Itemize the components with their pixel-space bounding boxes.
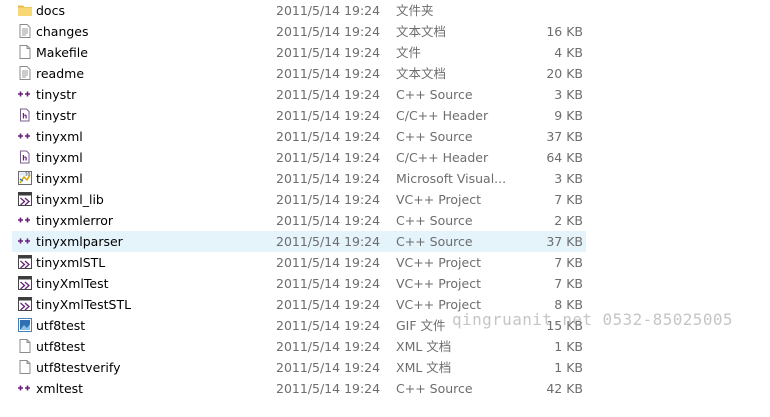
file-row[interactable]: tinyxmlerror 2011/5/14 19:24 C++ Source 2 K… [12,210,586,231]
text-document-icon [17,65,33,82]
file-size: 16 KB [546,24,583,39]
file-name: tinyxmlparser [36,234,123,249]
file-row[interactable]: h tinystr 2011/5/14 19:24 C/C++ Header 9 KB [12,105,586,126]
visual-studio-solution-icon: 10 [17,170,33,187]
file-row[interactable]: tinyXmlTest 2011/5/14 19:24 VC++ Project 7 … [12,273,586,294]
file-date: 2011/5/14 19:24 [276,108,381,123]
file-size: 4 KB [554,45,583,60]
file-size: 3 KB [554,87,583,102]
vc-project-icon [17,254,33,271]
file-size: 64 KB [546,150,583,165]
svg-text:h: h [22,113,27,121]
file-date: 2011/5/14 19:24 [276,150,381,165]
file-name: tinyXmlTestSTL [36,297,132,312]
file-date: 2011/5/14 19:24 [276,45,381,60]
folder-icon [17,2,33,19]
file-row[interactable]: xmltest 2011/5/14 19:24 C++ Source 42 KB [12,378,586,399]
file-date: 2011/5/14 19:24 [276,171,381,186]
file-size: 37 KB [546,234,583,249]
file-name: readme [36,66,85,81]
file-size: 15 KB [546,318,583,333]
file-name: tinyxml [36,171,83,186]
file-name: tinyxml [36,150,83,165]
file-size: 7 KB [554,255,583,270]
file-row[interactable]: utf8test 2011/5/14 19:24 XML 文档 1 KB [12,336,586,357]
file-size: 2 KB [554,213,583,228]
cpp-header-icon: h [17,149,33,166]
file-date: 2011/5/14 19:24 [276,255,381,270]
file-size: 37 KB [546,129,583,144]
file-date: 2011/5/14 19:24 [276,318,381,333]
blank-file-icon [17,338,33,355]
file-date: 2011/5/14 19:24 [276,129,381,144]
file-name: tinystr [36,108,77,123]
file-size: 42 KB [546,381,583,396]
file-row[interactable]: 10 tinyxml 2011/5/14 19:24 Microsoft Visual… [12,168,586,189]
file-size: 7 KB [554,192,583,207]
blank-file-icon [17,44,33,61]
file-name: xmltest [36,381,84,396]
file-date: 2011/5/14 19:24 [276,339,381,354]
cpp-source-icon [17,233,33,250]
file-name: utf8test [36,339,86,354]
file-row[interactable]: tinystr 2011/5/14 19:24 C++ Source 3 KB [12,84,586,105]
file-date: 2011/5/14 19:24 [276,24,381,39]
file-row[interactable]: h tinyxml 2011/5/14 19:24 C/C++ Header 64 KB [12,147,586,168]
file-date: 2011/5/14 19:24 [276,3,381,18]
file-name: tinystr [36,87,77,102]
file-size: 1 KB [554,360,583,375]
file-size: 1 KB [554,339,583,354]
file-row-hovered[interactable]: tinyxmlparser 2011/5/14 19:24 C++ Source 37… [12,231,586,252]
file-name: tinyxml_lib [36,192,104,207]
file-row[interactable]: readme 2011/5/14 19:24 文本文档 20 KB [12,63,586,84]
cpp-header-icon: h [17,107,33,124]
file-size [481,1,583,20]
file-name: Makefile [36,45,88,60]
file-size: 3 KB [554,171,583,186]
file-row[interactable]: changes 2011/5/14 19:24 文本文档 16 KB [12,21,586,42]
cpp-source-icon [17,212,33,229]
file-date: 2011/5/14 19:24 [276,87,381,102]
file-row[interactable]: tinyXmlTestSTL 2011/5/14 19:24 VC++ Projec… [12,294,586,315]
file-row[interactable]: Makefile 2011/5/14 19:24 文件 4 KB [12,42,586,63]
file-date: 2011/5/14 19:24 [276,360,381,375]
file-row[interactable]: tinyxmlSTL 2011/5/14 19:24 VC++ Project 7 K… [12,252,586,273]
file-name: utf8testverify [36,360,121,375]
file-date: 2011/5/14 19:24 [276,276,381,291]
vc-project-icon [17,275,33,292]
cpp-source-icon [17,380,33,397]
cpp-source-icon [17,128,33,145]
file-size: 7 KB [554,276,583,291]
file-name: tinyxml [36,129,83,144]
file-list: docs 2011/5/14 19:24 文件夹 changes 2011/5/14 … [12,0,586,399]
file-date: 2011/5/14 19:24 [276,213,381,228]
file-name: tinyXmlTest [36,276,109,291]
file-name: tinyxmlerror [36,213,114,228]
file-size: 20 KB [546,66,583,81]
blank-file-icon [17,359,33,376]
cpp-source-icon [17,86,33,103]
vc-project-icon [17,191,33,208]
file-date: 2011/5/14 19:24 [276,66,381,81]
file-date: 2011/5/14 19:24 [276,297,381,312]
file-row[interactable]: tinyxml_lib 2011/5/14 19:24 VC++ Project 7 … [12,189,586,210]
file-name: docs [36,3,65,18]
file-date: 2011/5/14 19:24 [276,192,381,207]
file-date: 2011/5/14 19:24 [276,381,381,396]
text-document-icon [17,23,33,40]
file-date: 2011/5/14 19:24 [276,234,381,249]
file-row[interactable]: tinyxml 2011/5/14 19:24 C++ Source 37 KB [12,126,586,147]
file-name: changes [36,24,89,39]
file-row[interactable]: utf8test 2011/5/14 19:24 GIF 文件 15 KB [12,315,586,336]
svg-text:h: h [22,155,27,163]
vc-project-icon [17,296,33,313]
file-name: utf8test [36,318,86,333]
file-row[interactable]: docs 2011/5/14 19:24 文件夹 [12,0,586,21]
gif-image-icon [17,317,33,334]
file-row[interactable]: utf8testverify 2011/5/14 19:24 XML 文档 1 KB [12,357,586,378]
file-size: 8 KB [554,297,583,312]
file-size: 9 KB [554,108,583,123]
file-name: tinyxmlSTL [36,255,106,270]
